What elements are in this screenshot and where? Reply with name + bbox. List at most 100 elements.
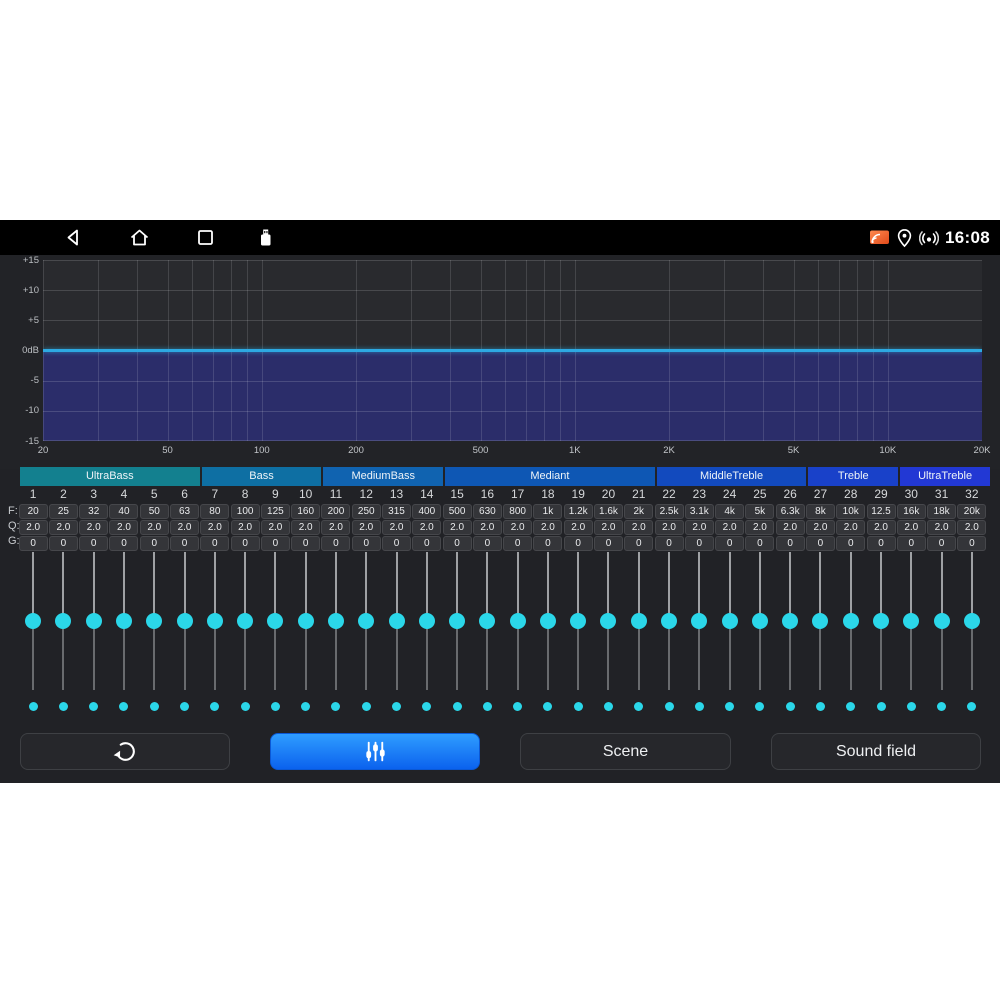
band-group-mediumbass[interactable]: MediumBass xyxy=(323,467,443,486)
slider-knob[interactable] xyxy=(479,613,495,629)
scene-button[interactable]: Scene xyxy=(520,733,731,770)
slider-knob[interactable] xyxy=(116,613,132,629)
gain-slider[interactable] xyxy=(109,550,139,702)
gain-slider[interactable] xyxy=(836,550,866,702)
gain-slider[interactable] xyxy=(503,550,533,702)
gain-slider[interactable] xyxy=(805,550,835,702)
slider-knob[interactable] xyxy=(177,613,193,629)
slider-knob[interactable] xyxy=(873,613,889,629)
slider-base-dot xyxy=(846,702,855,711)
gain-slider[interactable] xyxy=(957,550,987,702)
gain-slider[interactable] xyxy=(260,550,290,702)
q-value: 2.0 xyxy=(624,520,653,535)
slider-knob[interactable] xyxy=(449,613,465,629)
gain-slider[interactable] xyxy=(926,550,956,702)
gain-slider[interactable] xyxy=(200,550,230,702)
slider-knob[interactable] xyxy=(510,613,526,629)
slider-knob[interactable] xyxy=(782,613,798,629)
back-icon[interactable] xyxy=(62,226,85,249)
home-icon[interactable] xyxy=(128,226,151,249)
band-group-ultrabass[interactable]: UltraBass xyxy=(20,467,200,486)
gain-slider[interactable] xyxy=(412,550,442,702)
gain-slider[interactable] xyxy=(624,550,654,702)
slider-base-cell xyxy=(866,702,896,711)
slider-knob[interactable] xyxy=(146,613,162,629)
gain-slider[interactable] xyxy=(775,550,805,702)
gain-slider[interactable] xyxy=(48,550,78,702)
slider-knob[interactable] xyxy=(389,613,405,629)
gain-value: 0 xyxy=(140,536,169,551)
slider-knob[interactable] xyxy=(419,613,435,629)
sound-field-button[interactable]: Sound field xyxy=(771,733,981,770)
recents-icon[interactable] xyxy=(194,226,217,249)
gain-slider[interactable] xyxy=(351,550,381,702)
slider-knob[interactable] xyxy=(600,613,616,629)
gain-slider[interactable] xyxy=(896,550,926,702)
slider-knob[interactable] xyxy=(843,613,859,629)
gain-slider[interactable] xyxy=(654,550,684,702)
slider-knob[interactable] xyxy=(812,613,828,629)
slider-knob[interactable] xyxy=(903,613,919,629)
band-column: 101602.00 xyxy=(291,487,321,551)
band-number: 26 xyxy=(783,487,796,503)
gain-slider[interactable] xyxy=(563,550,593,702)
row-label-frequency: F: xyxy=(8,505,18,517)
gain-slider[interactable] xyxy=(714,550,744,702)
gain-slider[interactable] xyxy=(230,550,260,702)
slider-base-cell xyxy=(684,702,714,711)
slider-knob[interactable] xyxy=(237,613,253,629)
slider-knob[interactable] xyxy=(328,613,344,629)
band-column: 3118k2.00 xyxy=(926,487,956,551)
q-value: 2.0 xyxy=(776,520,805,535)
gain-slider[interactable] xyxy=(139,550,169,702)
slider-knob[interactable] xyxy=(25,613,41,629)
gain-value: 0 xyxy=(745,536,774,551)
slider-knob[interactable] xyxy=(691,613,707,629)
gain-slider[interactable] xyxy=(291,550,321,702)
slider-knob[interactable] xyxy=(86,613,102,629)
slider-base-dot xyxy=(29,702,38,711)
slider-knob[interactable] xyxy=(631,613,647,629)
slider-knob[interactable] xyxy=(55,613,71,629)
slider-knob[interactable] xyxy=(964,613,980,629)
gain-slider[interactable] xyxy=(745,550,775,702)
slider-knob[interactable] xyxy=(540,613,556,629)
frequency-value: 6.3k xyxy=(776,504,805,519)
band-group-treble[interactable]: Treble xyxy=(808,467,898,486)
slider-knob[interactable] xyxy=(207,613,223,629)
reset-button[interactable] xyxy=(20,733,230,770)
gain-slider[interactable] xyxy=(169,550,199,702)
slider-knob[interactable] xyxy=(661,613,677,629)
slider-base-cell xyxy=(775,702,805,711)
gain-slider[interactable] xyxy=(321,550,351,702)
slider-knob[interactable] xyxy=(722,613,738,629)
band-group-ultratreble[interactable]: UltraTreble xyxy=(900,467,990,486)
gain-slider[interactable] xyxy=(684,550,714,702)
gain-slider[interactable] xyxy=(533,550,563,702)
band-group-bass[interactable]: Bass xyxy=(202,467,322,486)
slider-knob[interactable] xyxy=(752,613,768,629)
band-group-middletreble[interactable]: MiddleTreble xyxy=(657,467,807,486)
slider-knob[interactable] xyxy=(358,613,374,629)
gain-slider[interactable] xyxy=(18,550,48,702)
gain-value: 0 xyxy=(291,536,320,551)
slider-base-cell xyxy=(109,702,139,711)
slider-knob[interactable] xyxy=(934,613,950,629)
slider-base-cell xyxy=(745,702,775,711)
gain-slider[interactable] xyxy=(593,550,623,702)
equalizer-button[interactable] xyxy=(270,733,480,770)
gain-slider[interactable] xyxy=(442,550,472,702)
gain-slider[interactable] xyxy=(79,550,109,702)
slider-base-cell xyxy=(896,702,926,711)
slider-knob[interactable] xyxy=(267,613,283,629)
band-group-mediant[interactable]: Mediant xyxy=(445,467,655,486)
slider-knob[interactable] xyxy=(570,613,586,629)
slider-base-cell xyxy=(593,702,623,711)
slider-knob[interactable] xyxy=(298,613,314,629)
gain-slider[interactable] xyxy=(866,550,896,702)
band-number: 6 xyxy=(181,487,188,503)
gain-slider[interactable] xyxy=(381,550,411,702)
band-column: 191.2k2.00 xyxy=(563,487,593,551)
usb-icon[interactable] xyxy=(254,226,277,249)
gain-slider[interactable] xyxy=(472,550,502,702)
